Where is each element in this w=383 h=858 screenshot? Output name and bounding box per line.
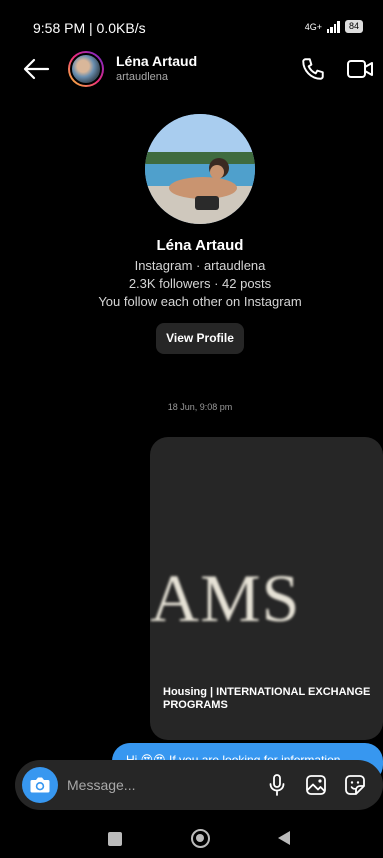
shared-post-caption: Housing | INTERNATIONAL EXCHANGE PROGRAM… bbox=[163, 686, 371, 711]
profile-stats: 2.3K followers · 42 posts bbox=[128, 276, 272, 291]
status-indicators: 4G+ 84 bbox=[305, 20, 363, 33]
gallery-icon bbox=[306, 775, 326, 795]
header-avatar[interactable] bbox=[68, 51, 104, 87]
signal-icon bbox=[326, 20, 340, 33]
back-arrow-icon bbox=[23, 58, 50, 80]
message-input[interactable] bbox=[67, 773, 257, 797]
network-label: 4G+ bbox=[304, 21, 322, 32]
message-composer bbox=[15, 760, 383, 810]
phone-icon bbox=[302, 58, 324, 80]
profile-name: Léna Artaud bbox=[156, 237, 244, 254]
profile-handle: Instagram · artaudlena bbox=[134, 258, 266, 273]
camera-button[interactable] bbox=[22, 767, 58, 803]
message-timestamp: 18 Jun, 9:08 pm bbox=[167, 402, 233, 412]
header-username: artaudlena bbox=[116, 71, 168, 83]
microphone-icon bbox=[269, 774, 285, 796]
call-button[interactable] bbox=[300, 56, 326, 82]
profile-photo[interactable] bbox=[145, 114, 255, 224]
status-bar: 9:58 PM | 0.0KB/s 4G+ 84 bbox=[0, 0, 383, 40]
status-time: 9:58 PM | 0.0KB/s bbox=[33, 20, 146, 36]
sticker-icon bbox=[345, 775, 365, 795]
video-camera-icon bbox=[347, 60, 373, 78]
home-button[interactable] bbox=[191, 829, 210, 848]
view-profile-button[interactable]: View Profile bbox=[156, 323, 244, 354]
camera-icon bbox=[30, 777, 50, 793]
battery-icon: 84 bbox=[344, 20, 363, 33]
header-name[interactable]: Léna Artaud bbox=[116, 53, 197, 69]
profile-mutual-follow: You follow each other on Instagram bbox=[98, 294, 302, 309]
system-back-button[interactable] bbox=[278, 831, 290, 845]
voice-message-button[interactable] bbox=[265, 773, 289, 797]
shared-post-card[interactable]: AMS Housing | INTERNATIONAL EXCHANGE PRO… bbox=[150, 437, 383, 740]
sticker-button[interactable] bbox=[343, 773, 367, 797]
recents-button[interactable] bbox=[108, 832, 122, 846]
gallery-button[interactable] bbox=[304, 773, 328, 797]
chat-header: Léna Artaud artaudlena bbox=[0, 46, 383, 94]
video-call-button[interactable] bbox=[345, 56, 375, 82]
shared-post-image-text: AMS bbox=[150, 560, 301, 636]
system-nav-bar bbox=[0, 818, 383, 858]
back-button[interactable] bbox=[22, 56, 50, 82]
